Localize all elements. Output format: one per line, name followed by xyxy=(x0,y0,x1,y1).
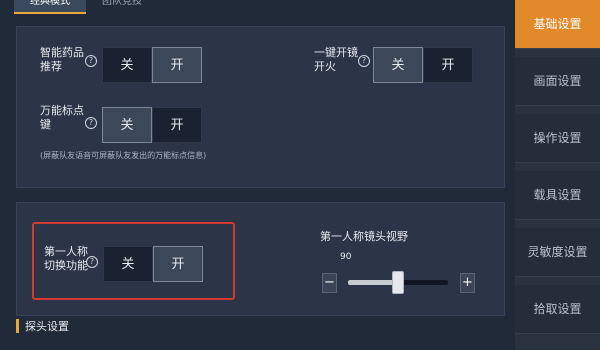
sidebar-item-graphics[interactable]: 画面设置 xyxy=(515,57,600,106)
first-person-switch-label: 第一人称 切换功能 xyxy=(44,245,88,273)
first-person-fov-value: 90 xyxy=(340,252,352,262)
universal-marker-label: 万能标点 键 xyxy=(40,104,84,132)
mode-tabs: 经典模式 团队竞技 xyxy=(14,0,158,14)
first-person-switch-on-button[interactable]: 开 xyxy=(153,246,203,282)
universal-marker-label-line1: 万能标点 xyxy=(40,104,84,117)
one-key-scope-fire-label: 一键开镜 开火 xyxy=(314,46,358,74)
sidebar-item-controls[interactable]: 操作设置 xyxy=(515,114,600,163)
one-key-scope-fire-off-button[interactable]: 关 xyxy=(373,47,423,83)
universal-marker-label-line2: 键 xyxy=(40,118,51,131)
fov-slider-fill xyxy=(348,280,398,285)
sidebar-item-basic[interactable]: 基础设置 xyxy=(515,0,600,49)
fov-slider-thumb[interactable] xyxy=(392,271,404,294)
settings-sidebar: 基础设置 画面设置 操作设置 载具设置 灵敏度设置 拾取设置 xyxy=(515,0,600,350)
first-person-switch-label-line2: 切换功能 xyxy=(44,259,88,272)
help-icon[interactable]: ? xyxy=(86,256,98,268)
tab-team-deathmatch[interactable]: 团队竞技 xyxy=(86,0,158,12)
sidebar-item-pickup[interactable]: 拾取设置 xyxy=(515,285,600,334)
tab-classic[interactable]: 经典模式 xyxy=(14,0,86,14)
fov-decrease-button[interactable]: − xyxy=(322,273,337,293)
one-key-scope-fire-toggle: 关 开 xyxy=(373,47,473,83)
section-title-bar xyxy=(16,319,19,333)
help-icon[interactable]: ? xyxy=(85,55,97,67)
smart-medicine-label-line2: 推荐 xyxy=(40,60,62,73)
smart-medicine-off-button[interactable]: 关 xyxy=(102,47,152,83)
first-person-switch-off-button[interactable]: 关 xyxy=(103,246,153,282)
sidebar-item-vehicle[interactable]: 载具设置 xyxy=(515,171,600,220)
fov-slider-track[interactable] xyxy=(348,271,448,294)
settings-main: 经典模式 团队竞技 智能药品 推荐 ? 关 开 一键开镜 开火 ? 关 开 万能… xyxy=(0,0,515,350)
smart-medicine-label: 智能药品 推荐 xyxy=(40,46,84,74)
sidebar-item-sensitivity[interactable]: 灵敏度设置 xyxy=(515,228,600,277)
one-key-scope-fire-label-line2: 开火 xyxy=(314,60,336,73)
fov-increase-button[interactable]: + xyxy=(460,273,475,293)
marker-note: (屏蔽队友语音可屏蔽队友发出的万能标点信息) xyxy=(40,151,207,160)
help-icon[interactable]: ? xyxy=(358,55,370,67)
smart-medicine-label-line1: 智能药品 xyxy=(40,46,84,59)
section-title-text: 探头设置 xyxy=(25,320,69,333)
smart-medicine-toggle: 关 开 xyxy=(102,47,202,83)
one-key-scope-fire-label-line1: 一键开镜 xyxy=(314,46,358,59)
help-icon[interactable]: ? xyxy=(85,117,97,129)
first-person-switch-toggle: 关 开 xyxy=(103,246,203,282)
universal-marker-off-button[interactable]: 关 xyxy=(102,107,152,143)
section-title: 探头设置 xyxy=(16,318,69,334)
universal-marker-on-button[interactable]: 开 xyxy=(152,107,202,143)
smart-medicine-on-button[interactable]: 开 xyxy=(152,47,202,83)
first-person-switch-label-line1: 第一人称 xyxy=(44,245,88,258)
first-person-fov-title: 第一人称镜头视野 xyxy=(320,230,408,243)
one-key-scope-fire-on-button[interactable]: 开 xyxy=(423,47,473,83)
universal-marker-toggle: 关 开 xyxy=(102,107,202,143)
